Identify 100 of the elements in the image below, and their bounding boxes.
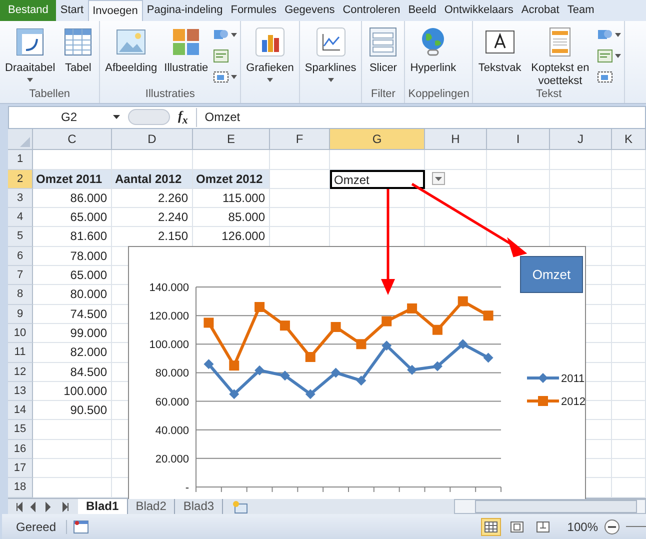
empty-cell xyxy=(612,343,646,363)
empty-cell xyxy=(612,246,646,266)
ribbon-button[interactable]: Draaitabel xyxy=(3,24,58,88)
zoom-out-icon[interactable] xyxy=(604,518,620,535)
caret-icon xyxy=(231,74,238,79)
table-cell: 84.500 xyxy=(33,362,112,382)
bar-chart-icon xyxy=(254,26,286,58)
empty-cell xyxy=(612,324,646,344)
row-header[interactable]: 10 xyxy=(8,324,33,344)
caret-icon xyxy=(435,176,442,181)
row-header[interactable]: 7 xyxy=(8,266,33,286)
table-cell: 2.240 xyxy=(112,208,193,228)
macro-record-icon[interactable] xyxy=(73,520,90,534)
label-shape[interactable]: Omzet xyxy=(520,256,583,294)
resize-handle[interactable] xyxy=(128,109,170,126)
empty-cell xyxy=(612,188,646,208)
row-header[interactable]: 5 xyxy=(8,227,33,247)
empty-cell xyxy=(612,170,646,189)
ribbon-button[interactable]: Afbeelding xyxy=(103,24,160,88)
signature-icon xyxy=(597,48,614,64)
row-header[interactable]: 16 xyxy=(8,440,33,460)
ribbon-button[interactable]: Sparklines xyxy=(302,24,358,88)
empty-cell xyxy=(612,420,646,440)
ribbon-button[interactable]: Hyperlink xyxy=(408,24,458,88)
column-header[interactable]: D xyxy=(112,129,193,150)
table-icon xyxy=(62,26,94,58)
table-cell: 115.000 xyxy=(193,188,270,208)
row-header[interactable]: 18 xyxy=(8,478,33,498)
ribbon-tab[interactable]: Beeld xyxy=(404,0,440,21)
ribbon-button[interactable]: Slicer xyxy=(365,24,402,88)
y-tick-label: 100.000 xyxy=(149,339,189,352)
view-button[interactable] xyxy=(481,518,502,536)
row-header[interactable]: 13 xyxy=(8,382,33,402)
zoom-level[interactable]: 100% xyxy=(567,520,598,534)
table-cell: 86.000 xyxy=(33,188,112,208)
table-cell: 65.000 xyxy=(33,208,112,228)
ribbon-tab[interactable]: Team xyxy=(563,0,598,21)
row-header[interactable]: 11 xyxy=(8,343,33,363)
ribbon-tab[interactable]: Formules xyxy=(226,0,281,21)
formula-field[interactable]: Omzet xyxy=(196,110,240,124)
ribbon-tab[interactable]: Gegevens xyxy=(280,0,339,21)
new-sheet-icon[interactable] xyxy=(231,500,250,514)
column-header[interactable]: I xyxy=(487,129,550,150)
ribbon-tab[interactable]: Ontwikkelaars xyxy=(440,0,518,21)
empty-cell xyxy=(612,285,646,305)
sparkline-icon xyxy=(314,26,347,58)
column-header[interactable]: E xyxy=(193,129,270,150)
row-header[interactable]: 15 xyxy=(8,420,33,440)
column-header[interactable]: K xyxy=(612,129,646,150)
row-header[interactable]: 17 xyxy=(8,459,33,478)
caret-icon xyxy=(267,78,274,82)
ribbon-button[interactable]: Grafieken xyxy=(244,24,296,88)
row-header[interactable]: 4 xyxy=(8,208,33,228)
y-tick-label: 60.000 xyxy=(155,396,189,409)
ribbon-button[interactable]: Koptekst en voettekst xyxy=(526,24,594,88)
sheet-tab[interactable]: Blad1 xyxy=(78,499,128,514)
row-header[interactable]: 3 xyxy=(8,188,33,208)
table-cell: 81.600 xyxy=(33,227,112,247)
empty-cell xyxy=(612,304,646,324)
empty-cell xyxy=(487,150,550,170)
table-cell: 85.000 xyxy=(193,208,270,228)
row-header[interactable]: 6 xyxy=(8,246,33,266)
ribbon-tab[interactable]: Acrobat xyxy=(517,0,564,21)
column-header[interactable]: G xyxy=(330,129,425,150)
horizontal-scrollbar[interactable] xyxy=(454,499,646,514)
slicer-icon xyxy=(367,26,400,58)
group-label: Illustraties xyxy=(145,88,195,100)
active-cell[interactable]: Omzet xyxy=(330,170,425,189)
y-tick-label: 120.000 xyxy=(149,310,189,323)
caret-icon xyxy=(615,32,622,37)
ribbon-tab[interactable]: Pagina-indeling xyxy=(142,0,227,21)
row-header[interactable]: 8 xyxy=(8,285,33,305)
empty-cell xyxy=(612,401,646,420)
column-header[interactable]: J xyxy=(550,129,612,150)
empty-cell xyxy=(550,208,612,228)
row-header[interactable]: 14 xyxy=(8,401,33,420)
ribbon-button[interactable]: Tekstvak xyxy=(476,24,524,88)
column-header[interactable]: C xyxy=(33,129,112,150)
column-header[interactable]: F xyxy=(270,129,330,150)
function-button[interactable]: f$_{x}$ xyxy=(170,108,197,127)
row-header[interactable]: 9 xyxy=(8,304,33,324)
empty-cell xyxy=(550,188,612,208)
ribbon-tab[interactable]: Invoegen xyxy=(88,0,143,21)
row-header[interactable]: 2 xyxy=(8,170,33,189)
small-ribbon-button[interactable] xyxy=(597,46,622,65)
ribbon-tab[interactable]: Start xyxy=(56,0,88,21)
ribbon-tab[interactable]: Bestand xyxy=(0,0,56,21)
table-cell: 2.260 xyxy=(112,188,193,208)
name-box[interactable]: G2 xyxy=(9,110,109,124)
group-label: Koppelingen xyxy=(408,88,470,100)
column-header[interactable]: H xyxy=(425,129,487,150)
group-label: Filter xyxy=(371,88,396,100)
ribbon-button[interactable]: Tabel xyxy=(60,24,96,88)
diagram-icon xyxy=(213,48,230,64)
ribbon-button[interactable]: Illustratie xyxy=(162,24,210,88)
dropdown-button[interactable] xyxy=(432,172,445,186)
ribbon-tab[interactable]: Controleren xyxy=(338,0,404,21)
row-header[interactable]: 12 xyxy=(8,362,33,382)
row-header[interactable]: 1 xyxy=(8,150,33,170)
legend-line-icon xyxy=(527,373,559,384)
